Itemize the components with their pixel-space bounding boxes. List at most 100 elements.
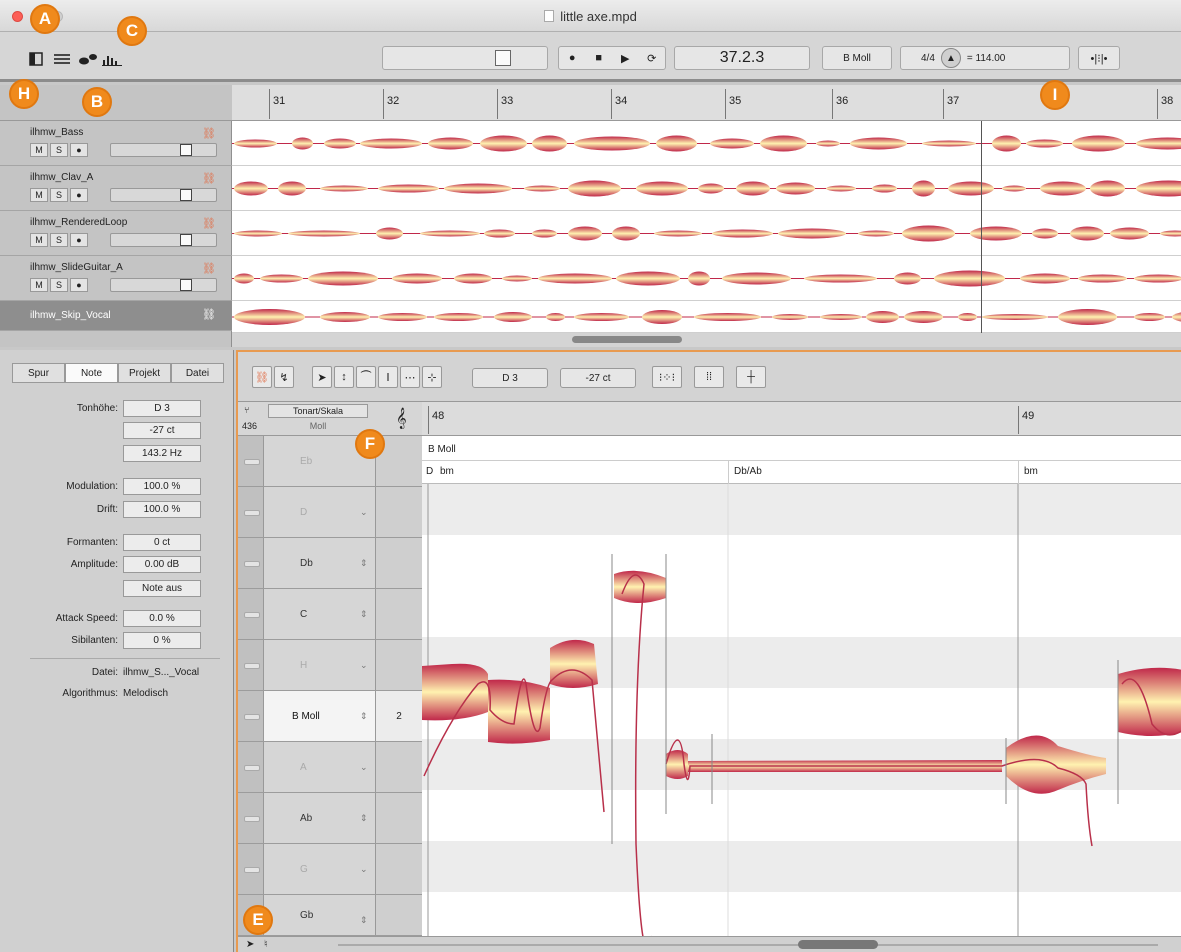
note-blob[interactable] <box>428 137 473 150</box>
link-icon[interactable]: ⛓ <box>202 172 216 185</box>
note-blob[interactable] <box>234 309 305 325</box>
note-blob[interactable] <box>420 230 480 237</box>
note-blob[interactable] <box>1020 273 1070 284</box>
record-arm-button[interactable]: ● <box>70 188 88 202</box>
tempo-sync-button[interactable]: •|⁝|• <box>1078 46 1120 70</box>
track-row-selected[interactable]: ilhmw_Skip_Vocal ⛓ <box>0 301 232 331</box>
track-lane-clav[interactable] <box>232 166 1181 211</box>
play-button[interactable]: ▶ <box>616 49 634 67</box>
tab-note[interactable]: Note <box>65 363 118 383</box>
note-blob[interactable] <box>712 229 773 238</box>
note-assignment-icon[interactable] <box>78 50 100 68</box>
timeline-ruler[interactable]: 31 32 33 34 35 36 37 38 <box>232 85 1181 121</box>
link-icon[interactable]: ⛓ <box>202 308 216 321</box>
note-blob[interactable] <box>320 185 368 192</box>
pitch-note-field[interactable]: D 3 <box>123 400 201 417</box>
volume-slider[interactable] <box>110 278 217 292</box>
pitch-row-eb[interactable]: Eb <box>238 436 422 487</box>
chord-track[interactable]: B Moll D bm Db/Ab bm <box>422 436 1181 484</box>
note-blob[interactable] <box>278 181 306 196</box>
note-blob[interactable] <box>376 227 403 240</box>
zoom-tool-icon[interactable]: ♮ <box>264 939 268 950</box>
note-blob[interactable] <box>772 314 808 320</box>
meter-display[interactable]: 4/4 <box>921 53 935 64</box>
split-note-icon[interactable]: ┼ <box>736 366 766 388</box>
solo-button[interactable]: S <box>50 233 68 247</box>
note-blob[interactable] <box>480 135 527 152</box>
note-blob[interactable] <box>1070 226 1104 241</box>
solo-button[interactable]: S <box>50 278 68 292</box>
note-blob[interactable] <box>616 271 680 286</box>
playhead[interactable] <box>981 121 982 333</box>
pitch-row-h[interactable]: H ⌄ <box>238 640 422 691</box>
note-blob[interactable] <box>612 226 640 241</box>
note-blob[interactable] <box>776 182 815 195</box>
note-blob[interactable] <box>992 135 1021 152</box>
scale-dropdown[interactable]: Tonart/Skala <box>268 404 368 418</box>
pitch-row-ab[interactable]: Ab ⇕ <box>238 793 422 844</box>
note-cents-field[interactable]: -27 ct <box>560 368 636 388</box>
pitch-handle[interactable] <box>238 640 264 690</box>
note-blob[interactable] <box>970 226 1022 241</box>
note-blob[interactable] <box>524 185 560 192</box>
volume-knob[interactable] <box>180 234 192 246</box>
link-icon[interactable]: ⛓ <box>202 217 216 230</box>
volume-slider[interactable] <box>110 188 217 202</box>
note-blob[interactable] <box>308 271 378 286</box>
note-blob[interactable] <box>378 184 439 193</box>
chevron-down-icon[interactable]: ⌄ <box>360 660 368 671</box>
note-blob[interactable] <box>1160 230 1181 237</box>
note-blob[interactable] <box>234 181 268 196</box>
note-blob[interactable] <box>866 311 899 323</box>
mute-button[interactable]: M <box>30 188 48 202</box>
pitch-row-c[interactable]: C ⇕ <box>238 589 422 640</box>
note-blob[interactable] <box>894 272 921 285</box>
note-blob[interactable] <box>694 313 761 321</box>
note-blob[interactable] <box>1002 185 1026 192</box>
position-display[interactable]: 37.2.3 <box>674 46 810 70</box>
chord-label[interactable]: bm <box>440 466 454 477</box>
note-blob[interactable] <box>982 314 1048 320</box>
note-off-button[interactable]: Note aus <box>123 580 201 597</box>
scrollbar-thumb[interactable] <box>572 336 682 343</box>
scrub-slider-thumb[interactable] <box>495 50 511 66</box>
pitch-handle[interactable] <box>238 538 264 588</box>
stepper-icon[interactable]: ⇕ <box>360 609 368 620</box>
pitch-handle[interactable] <box>238 436 264 486</box>
volume-knob[interactable] <box>180 189 192 201</box>
formants-field[interactable]: 0 ct <box>123 534 201 551</box>
track-row[interactable]: ilhmw_RenderedLoop ⛓ M S ● <box>0 211 232 256</box>
pitch-handle[interactable] <box>238 844 264 894</box>
note-blob[interactable] <box>444 183 512 194</box>
note-blob[interactable] <box>1136 180 1181 197</box>
metronome-icon[interactable]: ▲ <box>940 48 961 68</box>
note-blob[interactable] <box>1136 137 1181 150</box>
note-blob[interactable] <box>736 181 770 196</box>
amplitude-tool-icon[interactable]: Ⅰ <box>378 366 398 388</box>
modulation-field[interactable]: 100.0 % <box>123 478 201 495</box>
stepper-icon[interactable]: ⇕ <box>360 711 368 722</box>
note-blob[interactable] <box>484 229 515 238</box>
note-blob[interactable] <box>858 230 894 237</box>
note-blob[interactable] <box>654 230 702 237</box>
note-blob[interactable] <box>502 275 532 282</box>
pitch-cents-field[interactable]: -27 ct <box>123 422 201 439</box>
record-arm-button[interactable]: ● <box>70 278 88 292</box>
loop-button[interactable]: ⟳ <box>643 49 661 67</box>
link-tool-icon[interactable]: ⛓ <box>252 366 272 388</box>
note-blob[interactable] <box>760 135 807 152</box>
quantize-time-icon[interactable]: ⁞⁞ <box>694 366 724 388</box>
editor-bottom-scrollbar[interactable]: ➤ ♮ <box>238 936 1181 952</box>
note-blob[interactable] <box>804 274 877 283</box>
note-blob[interactable] <box>1032 228 1058 239</box>
note-blob[interactable] <box>568 226 602 241</box>
note-blob[interactable] <box>234 273 254 284</box>
reference-pitch[interactable]: 436 <box>242 421 257 431</box>
note-blob[interactable] <box>656 135 697 152</box>
pitch-handle[interactable] <box>238 691 264 741</box>
scale-mode[interactable]: Moll <box>268 420 368 434</box>
horizontal-scrollbar[interactable] <box>232 333 1181 347</box>
note-blob[interactable] <box>1078 274 1127 283</box>
chevron-down-icon[interactable]: ⌄ <box>360 762 368 773</box>
note-blob[interactable] <box>904 311 943 323</box>
